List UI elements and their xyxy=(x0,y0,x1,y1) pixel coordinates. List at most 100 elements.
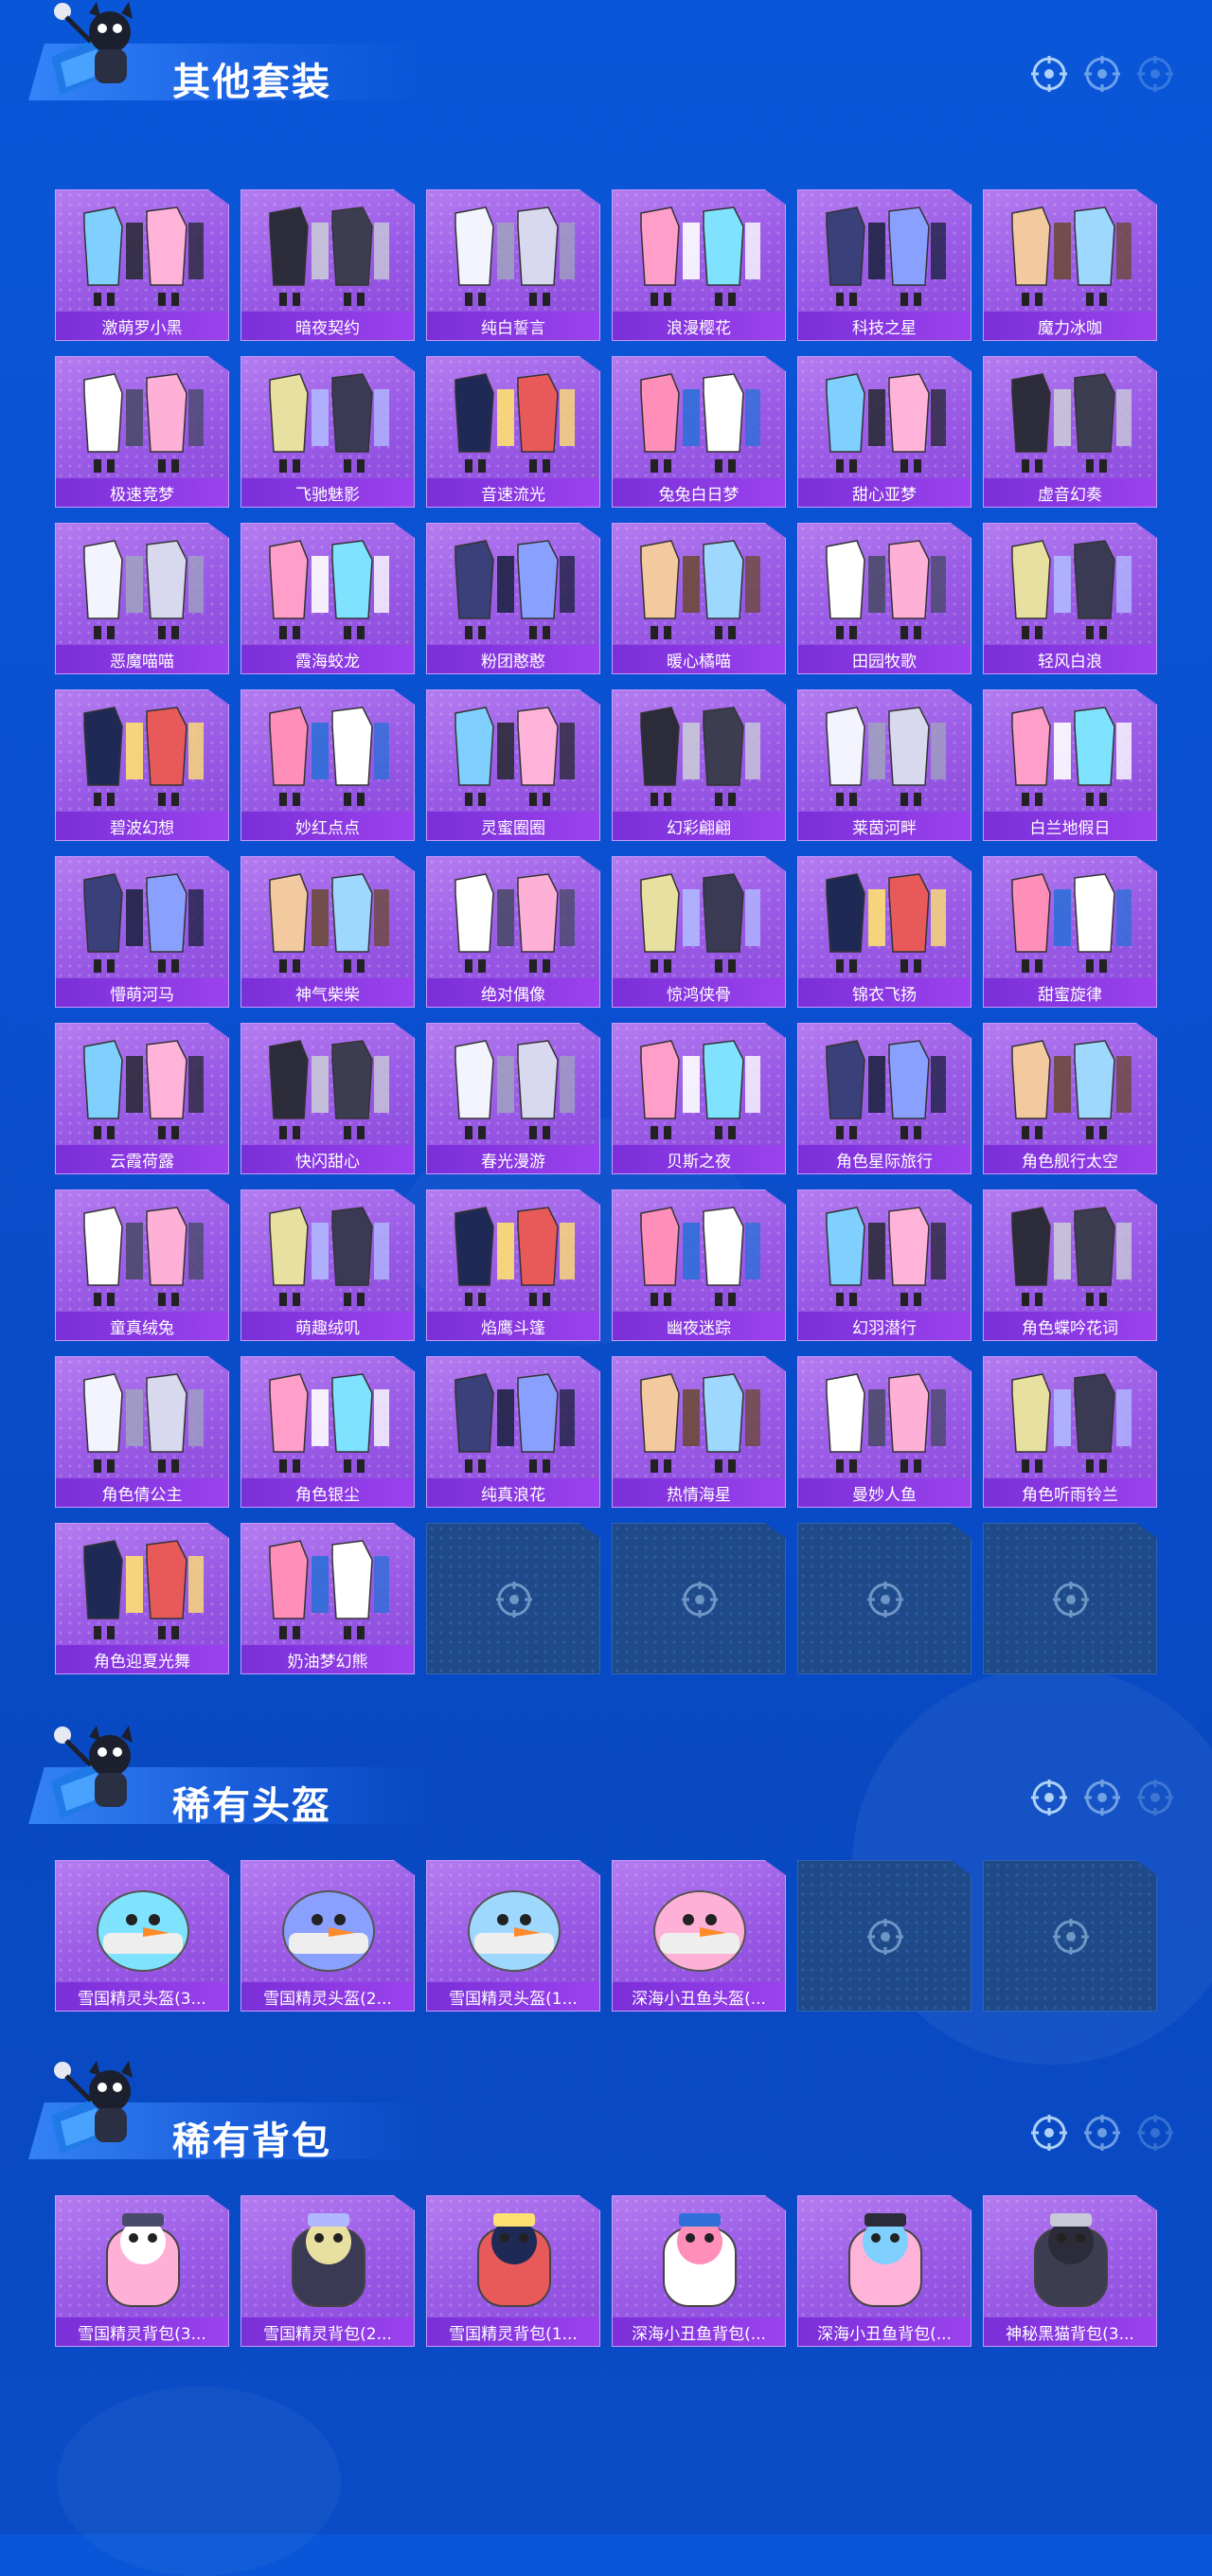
item-card[interactable]: 幻彩翩翩 xyxy=(612,689,786,841)
item-label: 粉团憨憨 xyxy=(427,645,599,673)
item-card[interactable]: 暗夜契约 xyxy=(241,189,415,341)
item-card[interactable]: 贝斯之夜 xyxy=(612,1023,786,1174)
item-label: 雪国精灵头盔(3... xyxy=(56,1982,228,2011)
item-card[interactable]: 音速流光 xyxy=(426,356,600,508)
item-card[interactable]: 极速竞梦 xyxy=(55,356,229,508)
item-card[interactable]: 轻风白浪 xyxy=(983,523,1157,674)
item-card[interactable]: 春光漫游 xyxy=(426,1023,600,1174)
item-card[interactable]: 纯真浪花 xyxy=(426,1356,600,1508)
item-card[interactable]: 纯白誓言 xyxy=(426,189,600,341)
item-card[interactable]: 云霞荷露 xyxy=(55,1023,229,1174)
item-label: 绝对偶像 xyxy=(427,978,599,1007)
item-card[interactable]: 角色倩公主 xyxy=(55,1356,229,1508)
crosshair-icon xyxy=(1083,55,1121,93)
item-card[interactable]: 雪国精灵背包(2... xyxy=(241,2195,415,2347)
item-image xyxy=(613,1194,785,1310)
item-card[interactable]: 飞驰魅影 xyxy=(241,356,415,508)
item-label: 萌趣绒叽 xyxy=(241,1312,414,1340)
item-card[interactable]: 热情海星 xyxy=(612,1356,786,1508)
item-card[interactable]: 曼妙人鱼 xyxy=(797,1356,971,1508)
item-card[interactable]: 激萌罗小黑 xyxy=(55,189,229,341)
item-card[interactable]: 绝对偶像 xyxy=(426,856,600,1008)
item-card[interactable]: 角色迎夏光舞 xyxy=(55,1523,229,1674)
item-card[interactable]: 惊鸿侠骨 xyxy=(612,856,786,1008)
item-label: 极速竞梦 xyxy=(56,478,228,507)
item-image xyxy=(798,694,971,810)
item-label: 暗夜契约 xyxy=(241,312,414,340)
item-card[interactable]: 甜心亚梦 xyxy=(797,356,971,508)
item-card[interactable]: 角色舰行太空 xyxy=(983,1023,1157,1174)
item-label: 神气柴柴 xyxy=(241,978,414,1007)
item-card[interactable]: 雪国精灵头盔(2... xyxy=(241,1860,415,2012)
item-card[interactable]: 雪国精灵背包(1... xyxy=(426,2195,600,2347)
item-card[interactable]: 暖心橘喵 xyxy=(612,523,786,674)
item-card[interactable]: 深海小丑鱼背包(... xyxy=(612,2195,786,2347)
item-card[interactable]: 懵萌河马 xyxy=(55,856,229,1008)
item-card[interactable]: 萌趣绒叽 xyxy=(241,1190,415,1341)
item-label: 田园牧歌 xyxy=(798,645,971,673)
item-card[interactable]: 锦衣飞扬 xyxy=(797,856,971,1008)
item-image xyxy=(56,1361,228,1476)
item-card[interactable]: 田园牧歌 xyxy=(797,523,971,674)
item-image xyxy=(613,528,785,643)
item-card[interactable]: 深海小丑鱼背包(... xyxy=(797,2195,971,2347)
item-card[interactable]: 幻羽潜行 xyxy=(797,1190,971,1341)
item-label: 雪国精灵背包(3... xyxy=(56,2317,228,2346)
item-card[interactable]: 雪国精灵头盔(1... xyxy=(426,1860,600,2012)
item-card[interactable]: 恶魔喵喵 xyxy=(55,523,229,674)
item-card[interactable]: 霞海蛟龙 xyxy=(241,523,415,674)
decor-targets xyxy=(1030,1779,1174,1816)
item-card[interactable]: 角色银尘 xyxy=(241,1356,415,1508)
item-card[interactable]: 白兰地假日 xyxy=(983,689,1157,841)
item-card[interactable]: 快闪甜心 xyxy=(241,1023,415,1174)
item-card[interactable]: 科技之星 xyxy=(797,189,971,341)
mascot-icon xyxy=(42,1724,155,1828)
item-label: 角色迎夏光舞 xyxy=(56,1645,228,1673)
item-card[interactable]: 甜蜜旋律 xyxy=(983,856,1157,1008)
section-title: 稀有头盔 xyxy=(172,1784,331,1828)
item-image xyxy=(56,1194,228,1310)
item-card[interactable]: 雪国精灵头盔(3... xyxy=(55,1860,229,2012)
item-card[interactable]: 角色听雨铃兰 xyxy=(983,1356,1157,1508)
item-image xyxy=(241,194,414,310)
item-card[interactable]: 焰鹰斗篷 xyxy=(426,1190,600,1341)
item-card[interactable]: 浪漫樱花 xyxy=(612,189,786,341)
item-card[interactable]: 神秘黑猫背包(3... xyxy=(983,2195,1157,2347)
item-grid: 激萌罗小黑 暗夜契约 纯白誓言 浪漫樱花 科技之星 魔力冰咖极速竞梦 飞驰魅影 音速流光 兔兔白… xyxy=(55,189,1157,1674)
item-card[interactable]: 兔兔白日梦 xyxy=(612,356,786,508)
item-image xyxy=(984,694,1156,810)
section-header: 稀有头盔 xyxy=(0,1724,1212,1837)
item-card[interactable]: 角色蝶吟花词 xyxy=(983,1190,1157,1341)
item-card[interactable]: 魔力冰咖 xyxy=(983,189,1157,341)
item-label: 懵萌河马 xyxy=(56,978,228,1007)
item-label: 轻风白浪 xyxy=(984,645,1156,673)
item-label: 妙红点点 xyxy=(241,812,414,840)
item-label: 暖心橘喵 xyxy=(613,645,785,673)
item-label: 虚音幻奏 xyxy=(984,478,1156,507)
item-card[interactable]: 角色星际旅行 xyxy=(797,1023,971,1174)
item-card[interactable]: 童真绒兔 xyxy=(55,1190,229,1341)
item-image xyxy=(427,1194,599,1310)
item-label: 雪国精灵头盔(2... xyxy=(241,1982,414,2011)
item-label: 云霞荷露 xyxy=(56,1145,228,1173)
item-card[interactable]: 虚音幻奏 xyxy=(983,356,1157,508)
item-card[interactable]: 奶油梦幻熊 xyxy=(241,1523,415,1674)
item-image xyxy=(241,1028,414,1143)
item-label: 白兰地假日 xyxy=(984,812,1156,840)
item-image xyxy=(427,694,599,810)
item-image xyxy=(984,861,1156,976)
empty-slot xyxy=(983,1860,1157,2012)
item-image xyxy=(427,194,599,310)
item-card[interactable]: 碧波幻想 xyxy=(55,689,229,841)
item-card[interactable]: 莱茵河畔 xyxy=(797,689,971,841)
item-card[interactable]: 妙红点点 xyxy=(241,689,415,841)
item-image xyxy=(241,1528,414,1643)
item-card[interactable]: 幽夜迷踪 xyxy=(612,1190,786,1341)
item-card[interactable]: 灵蜜圈圈 xyxy=(426,689,600,841)
item-label: 曼妙人鱼 xyxy=(798,1478,971,1507)
item-card[interactable]: 神气柴柴 xyxy=(241,856,415,1008)
item-card[interactable]: 粉团憨憨 xyxy=(426,523,600,674)
item-image xyxy=(798,361,971,476)
item-card[interactable]: 深海小丑鱼头盔(... xyxy=(612,1860,786,2012)
item-card[interactable]: 雪国精灵背包(3... xyxy=(55,2195,229,2347)
